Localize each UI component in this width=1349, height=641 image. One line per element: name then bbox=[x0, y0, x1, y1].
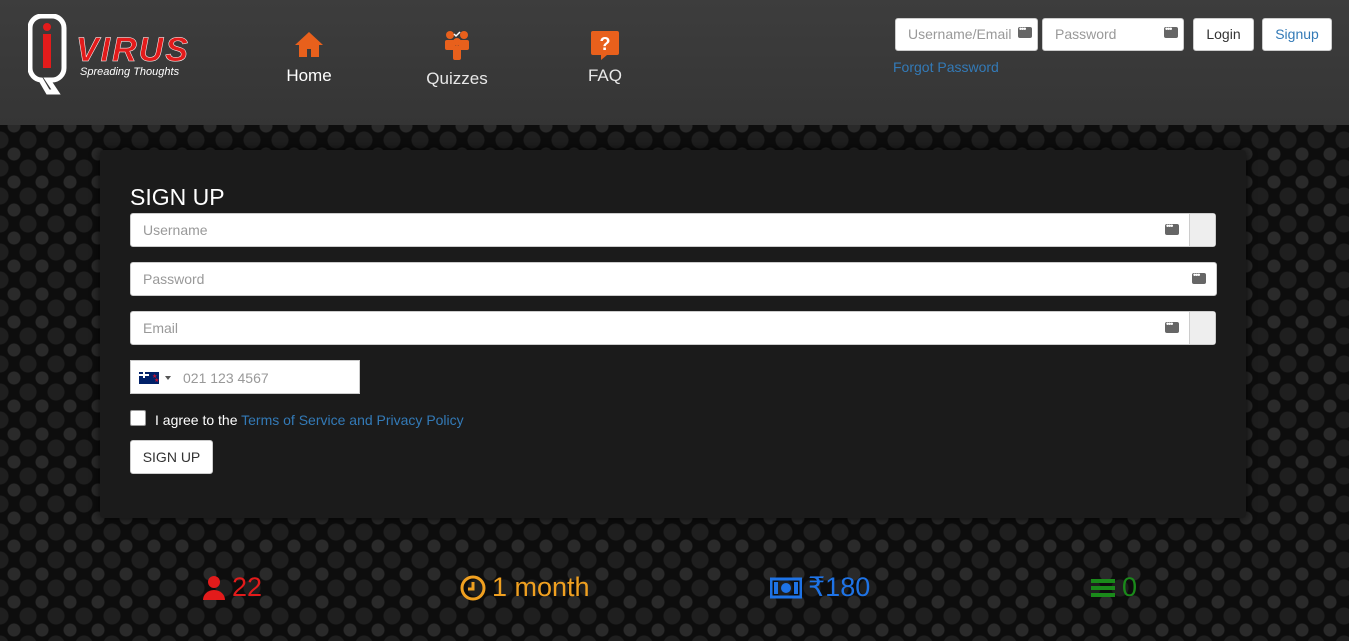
terms-link[interactable]: Terms of Service and Privacy Policy bbox=[241, 412, 464, 428]
home-icon bbox=[254, 28, 364, 62]
password-manager-icon[interactable] bbox=[1018, 22, 1032, 38]
username-field[interactable]: Username bbox=[130, 213, 1216, 247]
svg-text:?: ? bbox=[600, 34, 611, 54]
stat-users: 22 bbox=[202, 572, 262, 603]
logo-text: VIRUS bbox=[76, 31, 190, 69]
nav-home[interactable]: Home bbox=[254, 28, 364, 86]
nz-flag-icon[interactable]: ★ ★ bbox=[139, 372, 159, 384]
nav-faq[interactable]: ? FAQ bbox=[550, 28, 660, 86]
password-manager-icon[interactable] bbox=[1164, 22, 1178, 38]
agree-label: I agree to the Terms of Service and Priv… bbox=[155, 412, 464, 428]
stat-duration-value: 1 month bbox=[492, 572, 590, 602]
phone-placeholder: 021 123 4567 bbox=[183, 370, 269, 386]
nav-faq-label: FAQ bbox=[587, 66, 622, 85]
header-username-input[interactable]: Username/Email bbox=[895, 18, 1038, 51]
header-password-input[interactable]: Password bbox=[1042, 18, 1184, 51]
email-addon bbox=[1189, 312, 1215, 344]
list-icon bbox=[1090, 577, 1116, 599]
email-placeholder: Email bbox=[143, 320, 179, 336]
nav-home-label: Home bbox=[286, 66, 332, 85]
agree-checkbox[interactable] bbox=[130, 410, 146, 426]
nav-quizzes-label: Quizzes bbox=[426, 69, 488, 88]
password-manager-icon[interactable] bbox=[1165, 317, 1179, 333]
logo[interactable]: VIRUS Spreading Thoughts bbox=[27, 13, 218, 98]
quiz-group-icon bbox=[402, 28, 512, 65]
signup-header-button[interactable]: Signup bbox=[1262, 18, 1332, 51]
username-addon bbox=[1189, 214, 1215, 246]
signup-title: SIGN UP bbox=[130, 184, 225, 210]
username-placeholder: Username bbox=[143, 222, 208, 238]
forgot-password-link[interactable]: Forgot Password bbox=[893, 59, 999, 75]
stat-prize-value: ₹180 bbox=[808, 572, 871, 602]
login-button[interactable]: Login bbox=[1193, 18, 1254, 51]
email-field[interactable]: Email bbox=[130, 311, 1216, 345]
stat-duration: 1 month bbox=[460, 572, 590, 603]
stat-count: 0 bbox=[1090, 572, 1137, 603]
password-manager-icon[interactable] bbox=[1165, 219, 1179, 235]
signup-submit-button[interactable]: SIGN UP bbox=[130, 440, 213, 474]
header-password-placeholder: Password bbox=[1055, 26, 1117, 42]
question-icon: ? bbox=[550, 28, 660, 62]
phone-input[interactable]: ★ ★ 021 123 4567 bbox=[130, 360, 360, 394]
password-placeholder: Password bbox=[143, 271, 205, 287]
user-icon bbox=[202, 575, 226, 601]
signup-panel: SIGN UP Username Password Email ★ ★ 021 … bbox=[100, 150, 1246, 518]
stat-users-value: 22 bbox=[232, 572, 263, 602]
clock-icon bbox=[460, 575, 486, 601]
header-username-placeholder: Username/Email bbox=[908, 26, 1012, 42]
nav-quizzes[interactable]: Quizzes bbox=[402, 28, 512, 89]
agree-text: I agree to the bbox=[155, 412, 242, 428]
top-header: VIRUS Spreading Thoughts Home Quizzes ? bbox=[0, 0, 1349, 125]
password-manager-icon[interactable] bbox=[1192, 268, 1206, 284]
money-icon bbox=[770, 577, 802, 599]
stat-count-value: 0 bbox=[1122, 572, 1138, 602]
stat-prize: ₹180 bbox=[770, 572, 870, 603]
chevron-down-icon[interactable] bbox=[165, 376, 171, 380]
logo-tagline: Spreading Thoughts bbox=[80, 66, 180, 78]
password-field[interactable]: Password bbox=[130, 262, 1217, 296]
